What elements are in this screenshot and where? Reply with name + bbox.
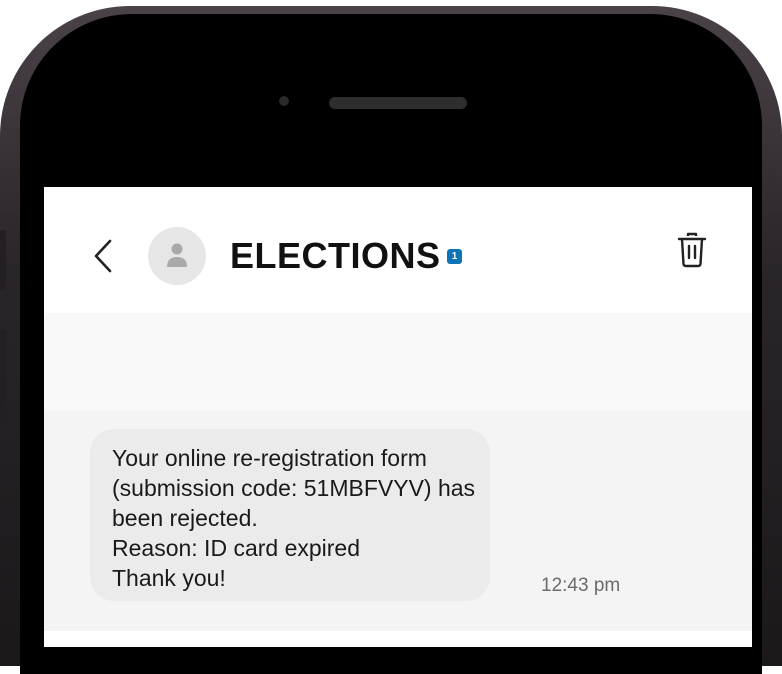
message-line: been rejected.	[112, 505, 258, 531]
front-camera	[279, 96, 289, 106]
message-line: Reason: ID card expired	[112, 535, 361, 561]
message-line: Thank you!	[112, 565, 226, 591]
incoming-message-bubble[interactable]: Your online re-registration form (submis…	[90, 429, 490, 601]
earpiece-speaker	[329, 97, 467, 109]
thread-top-spacer	[44, 313, 752, 411]
side-button	[0, 330, 6, 420]
side-button	[0, 230, 6, 290]
thread-bottom	[44, 631, 752, 647]
person-icon	[167, 243, 187, 267]
message-timestamp: 12:43 pm	[541, 575, 621, 596]
message-line: Your online re-registration form	[112, 445, 427, 471]
conversation-header: ELECTIONS 1	[44, 187, 752, 313]
sim-badge: 1	[447, 249, 462, 264]
contact-name[interactable]: ELECTIONS	[230, 235, 441, 277]
avatar[interactable]	[148, 227, 206, 285]
messages-screen: ELECTIONS 1 Your online re-registration …	[44, 187, 752, 647]
message-thread: Your online re-registration form (submis…	[44, 411, 752, 631]
trash-icon[interactable]	[676, 231, 708, 269]
message-line: (submission code: 51MBFVYV) has	[112, 475, 476, 501]
back-chevron-icon[interactable]	[92, 238, 114, 274]
